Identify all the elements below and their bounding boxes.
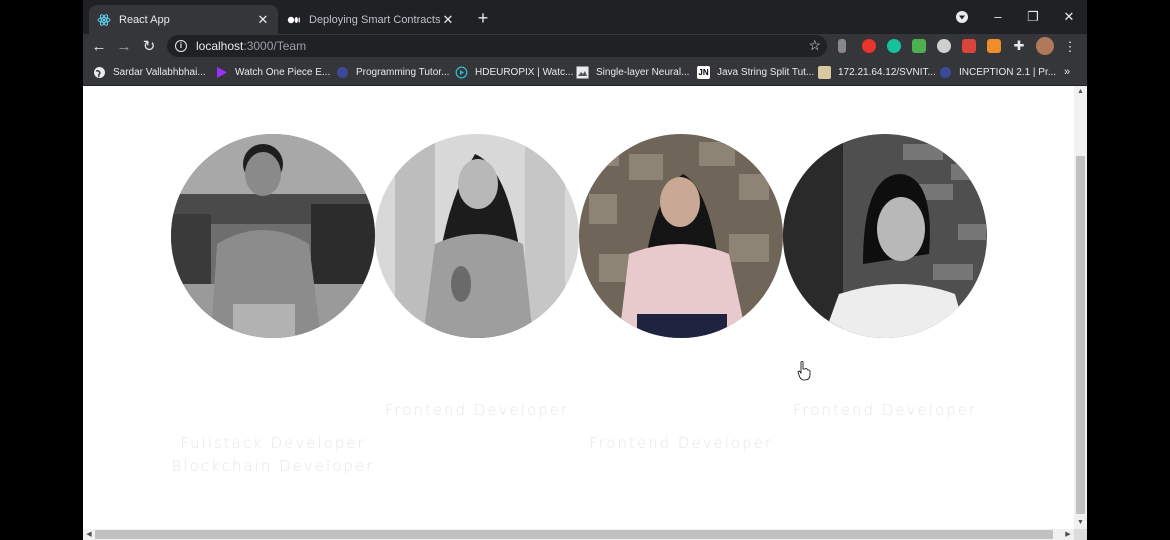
team-member-photo (783, 134, 987, 338)
more-bookmarks-icon[interactable]: » (1064, 65, 1070, 79)
bookmarks-bar: Sardar Vallabhbhai... Watch One Piece E.… (83, 59, 1087, 86)
team-member-photo (375, 134, 579, 338)
member-role: Fullstack Developer (180, 434, 366, 452)
url-host: localhost (196, 39, 244, 53)
bookmark-label: Sardar Vallabhbhai... (113, 66, 206, 78)
url-path: :3000/Team (243, 39, 307, 53)
member-role: Frontend Developer (384, 401, 570, 419)
bookmark-star-icon[interactable]: ☆ (808, 37, 821, 54)
menu-icon[interactable]: ⋮ (1060, 37, 1080, 57)
bookmark-item[interactable]: JN Java String Split Tut... (697, 65, 814, 79)
avatar[interactable] (1036, 37, 1054, 55)
scroll-up-icon[interactable]: ▲ (1074, 86, 1087, 98)
tab-title: React App (119, 13, 170, 26)
bookmark-item[interactable]: 172.21.64.12/SVNIT... (818, 65, 936, 79)
hand-cursor-icon (797, 361, 811, 381)
bookmark-item[interactable]: Programming Tutor... (336, 65, 449, 79)
team-member-photo (171, 134, 375, 338)
grammarly-icon[interactable] (887, 39, 901, 53)
globe-icon (93, 66, 106, 79)
new-tab-button[interactable]: + (473, 9, 493, 29)
bookmark-label: HDEUROPIX | Watc... (475, 66, 574, 78)
address-bar[interactable]: i localhost:3000/Team ☆ (167, 35, 827, 57)
extension-icon[interactable] (838, 39, 846, 53)
extension-icon[interactable] (962, 39, 976, 53)
globe-icon (336, 66, 349, 79)
close-icon[interactable]: ✕ (256, 12, 270, 27)
extension-icon[interactable] (862, 39, 876, 53)
play-icon (215, 66, 228, 79)
tab-title: Deploying Smart Contracts with (309, 13, 441, 26)
bookmark-label: Single-layer Neural... (596, 66, 690, 78)
team-page: Fullstack Developer Blockchain Developer… (83, 86, 1074, 529)
team-member-photo (579, 134, 783, 338)
horizontal-scrollbar[interactable]: ◀ ▶ (83, 529, 1074, 540)
close-window-button[interactable]: ✕ (1059, 8, 1079, 26)
member-role: Frontend Developer (792, 401, 978, 419)
medium-icon (287, 13, 301, 27)
minimize-button[interactable]: – (988, 8, 1008, 26)
member-role: Blockchain Developer (171, 457, 375, 475)
bookmark-label: 172.21.64.12/SVNIT... (838, 66, 936, 78)
browser-toolbar: ← → ↻ i localhost:3000/Team ☆ ✚ ⋮ (83, 34, 1087, 59)
globe-icon (939, 66, 952, 79)
browser-window: React App ✕ Deploying Smart Contracts wi… (83, 0, 1087, 540)
image-icon (576, 66, 589, 79)
bookmark-item[interactable]: Sardar Vallabhbhai... (93, 65, 206, 79)
tab-strip: React App ✕ Deploying Smart Contracts wi… (83, 0, 1087, 34)
bookmark-label: Java String Split Tut... (717, 66, 815, 78)
bookmark-label: INCEPTION 2.1 | Pr... (959, 66, 1057, 78)
forward-button[interactable]: → (114, 37, 134, 57)
extension-icon[interactable] (912, 39, 926, 53)
scroll-left-icon[interactable]: ◀ (83, 529, 95, 540)
member-role: Frontend Developer (588, 434, 774, 452)
scrollbar-thumb[interactable] (95, 530, 1053, 539)
profile-menu-icon[interactable] (952, 8, 972, 26)
tab-deploying-smart-contracts[interactable]: Deploying Smart Contracts with ✕ (279, 5, 463, 34)
extensions-puzzle-icon[interactable]: ✚ (1009, 36, 1029, 56)
reload-button[interactable]: ↻ (139, 37, 159, 57)
jn-icon: JN (697, 65, 710, 79)
page-icon (818, 65, 831, 79)
extension-icon[interactable] (937, 39, 951, 53)
scrollbar-thumb[interactable] (1076, 156, 1085, 514)
scroll-down-icon[interactable]: ▼ (1074, 517, 1087, 529)
tab-react-app[interactable]: React App ✕ (89, 5, 278, 34)
scroll-right-icon[interactable]: ▶ (1062, 529, 1074, 540)
bookmark-item[interactable]: Watch One Piece E... (215, 65, 330, 79)
bookmark-item[interactable]: INCEPTION 2.1 | Pr... (939, 65, 1056, 79)
react-icon (97, 13, 111, 27)
restore-button[interactable]: ❐ (1023, 8, 1043, 26)
bookmark-label: Watch One Piece E... (235, 66, 331, 78)
back-button[interactable]: ← (89, 37, 109, 57)
close-icon[interactable]: ✕ (441, 12, 455, 27)
bookmark-item[interactable]: HDEUROPIX | Watc... (455, 65, 573, 79)
scrollbar-corner (1074, 529, 1087, 540)
bookmark-label: Programming Tutor... (356, 66, 450, 78)
info-icon[interactable]: i (175, 40, 187, 52)
play-circle-icon (455, 66, 468, 79)
metamask-icon[interactable] (987, 39, 1001, 53)
vertical-scrollbar[interactable]: ▲ ▼ (1074, 86, 1087, 529)
bookmark-item[interactable]: Single-layer Neural... (576, 65, 689, 79)
